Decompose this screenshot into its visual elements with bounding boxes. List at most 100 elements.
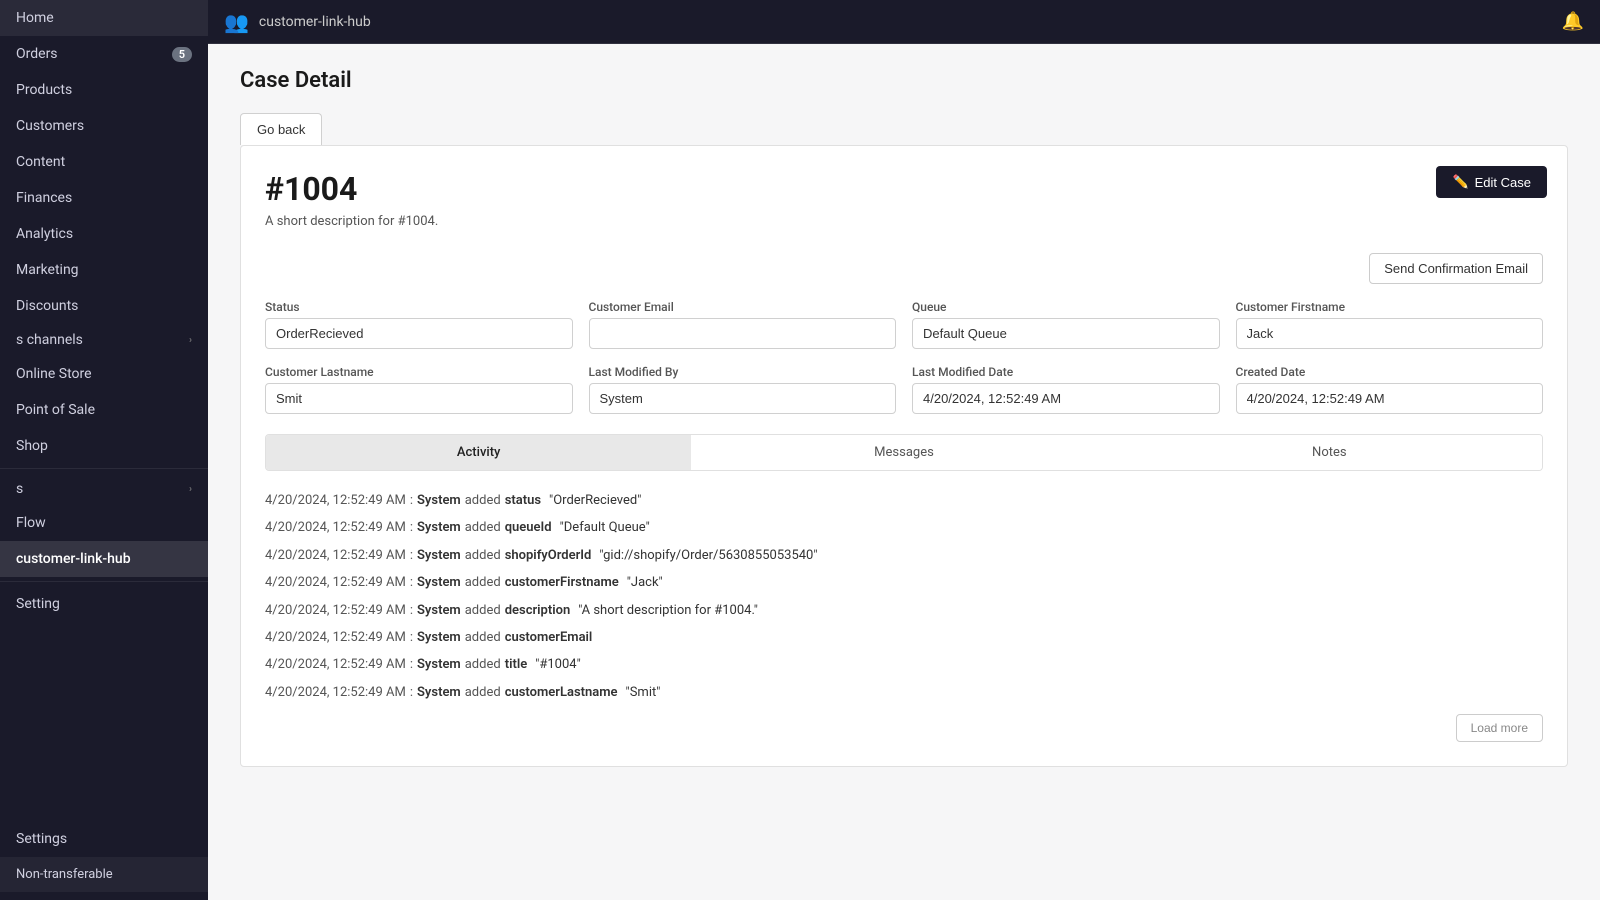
activity-value: "gid://shopify/Order/5630855053540" bbox=[599, 544, 817, 567]
tabs-row: ActivityMessagesNotes bbox=[265, 434, 1543, 471]
activity-row: 4/20/2024, 12:52:49 AM : System added de… bbox=[265, 597, 1543, 624]
field-input-created-date[interactable] bbox=[1236, 383, 1544, 414]
field-label-customer-lastname: Customer Lastname bbox=[265, 365, 573, 379]
sidebar-divider-1 bbox=[0, 468, 208, 469]
activity-separator: : bbox=[410, 599, 413, 622]
page-content: Case Detail Go back ✏️ Edit Case #1004 A… bbox=[208, 44, 1600, 900]
activity-timestamp: 4/20/2024, 12:52:49 AM bbox=[265, 626, 406, 649]
sidebar-nav: Home Orders 5 Products Customers Content Finan… bbox=[0, 0, 208, 324]
activity-timestamp: 4/20/2024, 12:52:49 AM bbox=[265, 571, 406, 594]
activity-field: status bbox=[505, 489, 541, 512]
sidebar-item-label-home: Home bbox=[16, 10, 54, 26]
edit-icon: ✏️ bbox=[1452, 174, 1468, 190]
activity-action: added bbox=[465, 544, 501, 567]
sidebar-item-label-content: Content bbox=[16, 154, 65, 170]
activity-separator: : bbox=[410, 626, 413, 649]
hub-icon: 👥 bbox=[224, 10, 249, 34]
sidebar-apps-list: Flowcustomer-link-hub bbox=[0, 505, 208, 577]
page-title: Case Detail bbox=[240, 68, 1568, 93]
go-back-button[interactable]: Go back bbox=[240, 113, 322, 145]
field-input-customer-lastname[interactable] bbox=[265, 383, 573, 414]
sidebar-divider-2 bbox=[0, 581, 208, 582]
activity-timestamp: 4/20/2024, 12:52:49 AM bbox=[265, 544, 406, 567]
tab-notes[interactable]: Notes bbox=[1117, 435, 1542, 470]
sidebar-footer: Settings Non-transferable bbox=[0, 821, 208, 900]
sidebar-apps-section: s › bbox=[0, 473, 208, 505]
activity-action: added bbox=[465, 653, 501, 676]
activity-log: 4/20/2024, 12:52:49 AM : System added st… bbox=[265, 487, 1543, 706]
sidebar-item-products[interactable]: Products bbox=[0, 72, 208, 108]
field-input-last-modified-by[interactable] bbox=[589, 383, 897, 414]
sidebar-apps-label: s bbox=[16, 481, 23, 497]
activity-actor: System bbox=[417, 489, 461, 512]
sidebar-channel-point-of-sale[interactable]: Point of Sale bbox=[0, 392, 208, 428]
sidebar-item-customers[interactable]: Customers bbox=[0, 108, 208, 144]
sidebar-channels-label: s channels bbox=[16, 332, 83, 348]
tab-activity[interactable]: Activity bbox=[266, 435, 691, 470]
sidebar-channels-header[interactable]: s channels › bbox=[0, 324, 208, 356]
sidebar-apps-header[interactable]: s › bbox=[0, 473, 208, 505]
sidebar-item-content[interactable]: Content bbox=[0, 144, 208, 180]
activity-separator: : bbox=[410, 681, 413, 704]
sidebar-app-customer-link-hub[interactable]: customer-link-hub bbox=[0, 541, 208, 577]
activity-field: customerFirstname bbox=[505, 571, 619, 594]
sidebar-item-home[interactable]: Home bbox=[0, 0, 208, 36]
sidebar-item-marketing[interactable]: Marketing bbox=[0, 252, 208, 288]
topbar: 👥 customer-link-hub 🔔 bbox=[208, 0, 1600, 44]
tab-messages[interactable]: Messages bbox=[691, 435, 1116, 470]
field-group-status: Status bbox=[265, 300, 573, 349]
send-confirmation-row: Send Confirmation Email bbox=[265, 253, 1543, 300]
edit-case-label: Edit Case bbox=[1475, 175, 1531, 190]
sidebar-item-settings[interactable]: Settings bbox=[0, 821, 208, 857]
sidebar-item-label-marketing: Marketing bbox=[16, 262, 79, 278]
sidebar-item-analytics[interactable]: Analytics bbox=[0, 216, 208, 252]
sidebar-channel-online-store[interactable]: Online Store bbox=[0, 356, 208, 392]
field-input-customer-email[interactable] bbox=[589, 318, 897, 349]
activity-actor: System bbox=[417, 599, 461, 622]
bell-icon[interactable]: 🔔 bbox=[1562, 11, 1584, 32]
sidebar-item-label-customers: Customers bbox=[16, 118, 84, 134]
sidebar-item-label-finances: Finances bbox=[16, 190, 72, 206]
sidebar-item-label-orders: Orders bbox=[16, 46, 58, 62]
field-input-status[interactable] bbox=[265, 318, 573, 349]
field-label-customer-email: Customer Email bbox=[589, 300, 897, 314]
activity-row: 4/20/2024, 12:52:49 AM : System added cu… bbox=[265, 569, 1543, 596]
sidebar-app-flow[interactable]: Flow bbox=[0, 505, 208, 541]
load-more-button[interactable]: Load more bbox=[1456, 714, 1543, 742]
field-label-created-date: Created Date bbox=[1236, 365, 1544, 379]
field-input-customer-firstname[interactable] bbox=[1236, 318, 1544, 349]
activity-value: "#1004" bbox=[535, 653, 581, 676]
main-area: 👥 customer-link-hub 🔔 Case Detail Go bac… bbox=[208, 0, 1600, 900]
load-more-row: Load more bbox=[265, 706, 1543, 742]
sidebar-item-orders[interactable]: Orders 5 bbox=[0, 36, 208, 72]
sidebar-item-badge-orders: 5 bbox=[172, 47, 192, 62]
activity-row: 4/20/2024, 12:52:49 AM : System added ti… bbox=[265, 651, 1543, 678]
activity-row: 4/20/2024, 12:52:49 AM : System added cu… bbox=[265, 679, 1543, 706]
activity-actor: System bbox=[417, 516, 461, 539]
activity-field: customerLastname bbox=[505, 681, 618, 704]
activity-timestamp: 4/20/2024, 12:52:49 AM bbox=[265, 599, 406, 622]
sidebar-item-non-transferable[interactable]: Non-transferable bbox=[0, 857, 208, 892]
sidebar-channel-shop[interactable]: Shop bbox=[0, 428, 208, 464]
activity-action: added bbox=[465, 626, 501, 649]
activity-actor: System bbox=[417, 681, 461, 704]
sidebar: Home Orders 5 Products Customers Content Finan… bbox=[0, 0, 208, 900]
field-input-last-modified-date[interactable] bbox=[912, 383, 1220, 414]
sidebar-item-label-products: Products bbox=[16, 82, 72, 98]
field-input-queue[interactable] bbox=[912, 318, 1220, 349]
sidebar-non-transferable-label: Non-transferable bbox=[16, 867, 113, 882]
topbar-title: customer-link-hub bbox=[259, 14, 371, 30]
activity-timestamp: 4/20/2024, 12:52:49 AM bbox=[265, 653, 406, 676]
field-group-created-date: Created Date bbox=[1236, 365, 1544, 414]
sidebar-bottom-setting[interactable]: Setting bbox=[0, 586, 208, 622]
field-group-customer-firstname: Customer Firstname bbox=[1236, 300, 1544, 349]
sidebar-item-discounts[interactable]: Discounts bbox=[0, 288, 208, 324]
field-group-customer-email: Customer Email bbox=[589, 300, 897, 349]
sidebar-item-finances[interactable]: Finances bbox=[0, 180, 208, 216]
field-label-queue: Queue bbox=[912, 300, 1220, 314]
send-confirmation-button[interactable]: Send Confirmation Email bbox=[1369, 253, 1543, 284]
case-card: ✏️ Edit Case #1004 A short description f… bbox=[240, 145, 1568, 767]
activity-value: "A short description for #1004." bbox=[578, 599, 758, 622]
activity-row: 4/20/2024, 12:52:49 AM : System added cu… bbox=[265, 624, 1543, 651]
edit-case-button[interactable]: ✏️ Edit Case bbox=[1436, 166, 1547, 198]
